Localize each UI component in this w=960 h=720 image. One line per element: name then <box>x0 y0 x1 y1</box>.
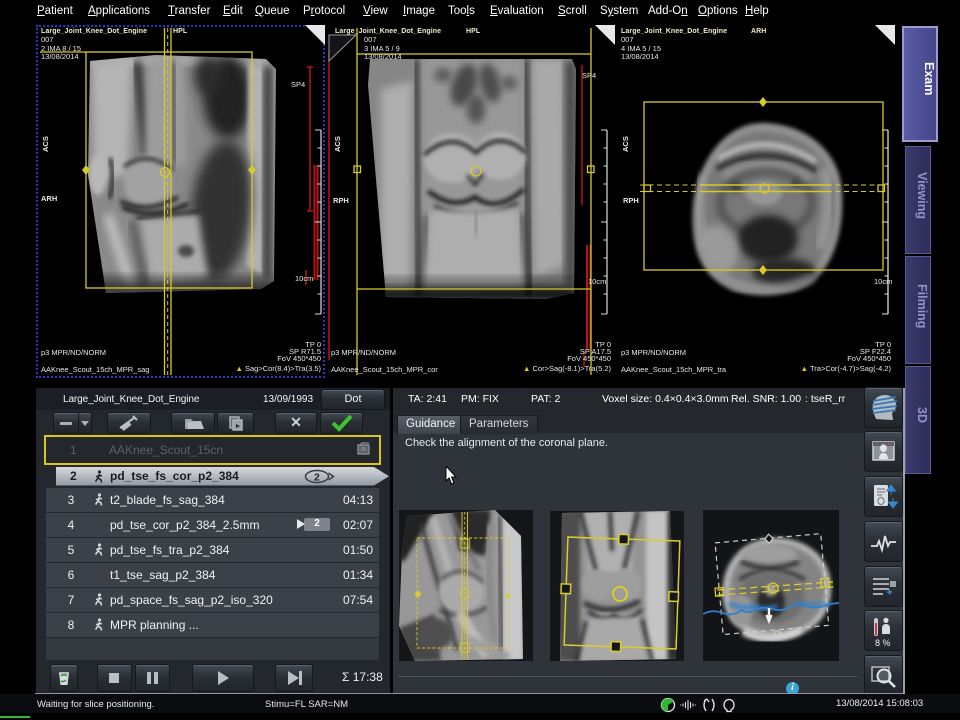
svg-text:8 %: 8 % <box>875 638 891 648</box>
svg-text:2: 2 <box>314 471 320 483</box>
